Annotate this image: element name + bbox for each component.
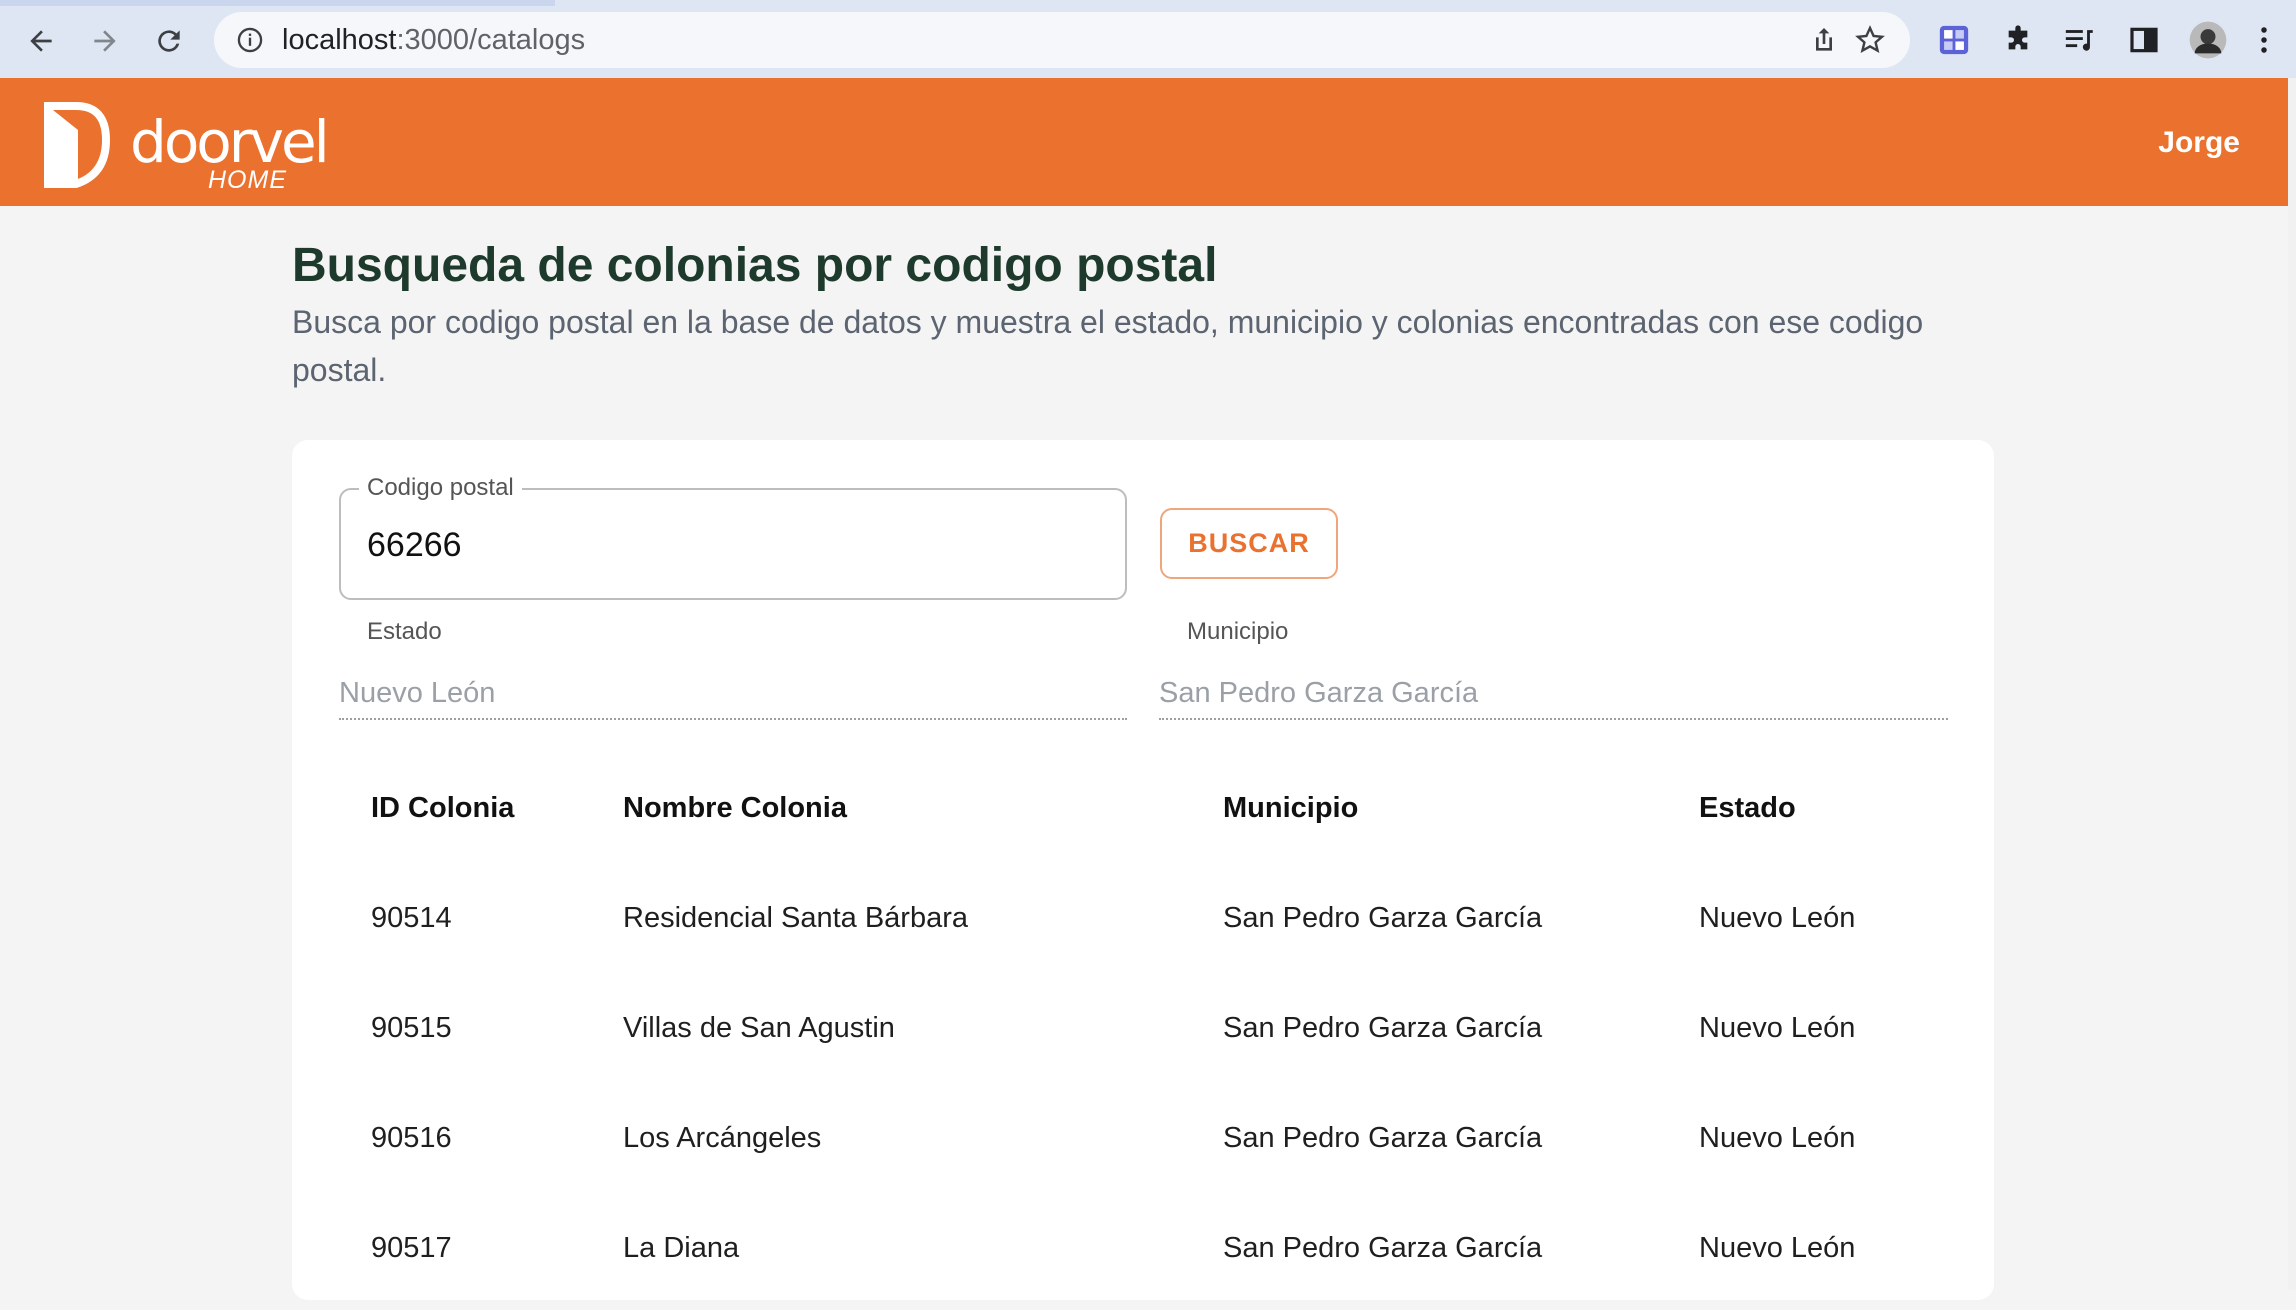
table-row[interactable]: 90514 Residencial Santa Bárbara San Pedr… xyxy=(339,870,1948,980)
brand-logo[interactable]: doorvel HOME xyxy=(44,90,330,194)
more-menu-icon[interactable] xyxy=(2252,20,2276,60)
star-icon[interactable] xyxy=(1854,24,1886,56)
address-bar[interactable]: localhost:3000/catalogs xyxy=(214,12,1910,68)
forward-button[interactable] xyxy=(82,18,128,64)
avatar[interactable] xyxy=(2188,20,2228,60)
cell-nombre: Los Arcángeles xyxy=(623,1122,822,1154)
cell-municipio: San Pedro Garza García xyxy=(1223,902,1543,934)
arrow-left-icon xyxy=(30,30,52,52)
column-header-estado[interactable]: Estado xyxy=(1699,792,1796,825)
cell-estado: Nuevo León xyxy=(1699,1012,1856,1044)
cell-nombre: Villas de San Agustin xyxy=(623,1012,895,1044)
url-text[interactable]: localhost:3000/catalogs xyxy=(282,24,585,57)
column-header-municipio[interactable]: Municipio xyxy=(1223,792,1358,825)
cell-estado: Nuevo León xyxy=(1699,902,1856,934)
puzzle-icon[interactable] xyxy=(1998,20,2038,60)
tab-strip xyxy=(0,0,2296,6)
page-subtitle: Busca por codigo postal en la base de da… xyxy=(292,304,1924,388)
postal-code-field[interactable]: Codigo postal xyxy=(339,474,1127,600)
scrollbar[interactable] xyxy=(2288,78,2296,1290)
media-queue-icon[interactable] xyxy=(2060,20,2100,60)
estado-value: Nuevo León xyxy=(339,677,496,709)
search-button[interactable]: BUSCAR xyxy=(1160,508,1338,579)
estado-label: Estado xyxy=(367,618,442,645)
cell-municipio: San Pedro Garza García xyxy=(1223,1012,1543,1044)
cell-municipio: San Pedro Garza García xyxy=(1223,1232,1543,1264)
app-header: doorvel HOME Jorge xyxy=(0,78,2288,206)
postal-code-input[interactable] xyxy=(367,526,1087,565)
municipio-label: Municipio xyxy=(1187,618,1289,645)
cell-estado: Nuevo León xyxy=(1699,1232,1856,1264)
extension-app-icon[interactable] xyxy=(1934,20,1974,60)
browser-toolbar: localhost:3000/catalogs xyxy=(0,0,2296,78)
page-title: Busqueda de colonias por codigo postal xyxy=(292,239,1218,292)
cell-id: 90517 xyxy=(371,1232,452,1264)
table-row[interactable]: 90516 Los Arcángeles San Pedro Garza Gar… xyxy=(339,1090,1948,1200)
arrow-right-icon xyxy=(94,30,116,52)
table-row[interactable]: 90515 Villas de San Agustin San Pedro Ga… xyxy=(339,980,1948,1090)
column-header-nombre[interactable]: Nombre Colonia xyxy=(623,792,847,825)
user-menu[interactable]: Jorge xyxy=(2158,126,2240,160)
reload-icon xyxy=(158,30,180,52)
estado-underline xyxy=(339,718,1127,720)
cell-nombre: La Diana xyxy=(623,1232,740,1264)
cell-municipio: San Pedro Garza García xyxy=(1223,1122,1543,1154)
brand-subtitle: HOME xyxy=(208,166,287,194)
side-panel-icon[interactable] xyxy=(2124,20,2164,60)
postal-code-label: Codigo postal xyxy=(359,474,522,502)
cell-id: 90515 xyxy=(371,1012,452,1044)
column-header-id[interactable]: ID Colonia xyxy=(371,792,514,825)
table-header-row: ID Colonia Nombre Colonia Municipio Esta… xyxy=(339,760,1948,870)
share-icon[interactable] xyxy=(1808,24,1840,56)
municipio-underline xyxy=(1159,718,1948,720)
door-logo-icon xyxy=(44,102,110,188)
cell-id: 90516 xyxy=(371,1122,452,1154)
cell-estado: Nuevo León xyxy=(1699,1122,1856,1154)
back-button[interactable] xyxy=(18,18,64,64)
cell-id: 90514 xyxy=(371,902,452,934)
table-row[interactable]: 90517 La Diana San Pedro Garza García Nu… xyxy=(339,1200,1948,1310)
info-icon[interactable] xyxy=(236,26,264,54)
municipio-value: San Pedro Garza García xyxy=(1159,677,1479,709)
reload-button[interactable] xyxy=(146,18,192,64)
cell-nombre: Residencial Santa Bárbara xyxy=(623,902,968,934)
